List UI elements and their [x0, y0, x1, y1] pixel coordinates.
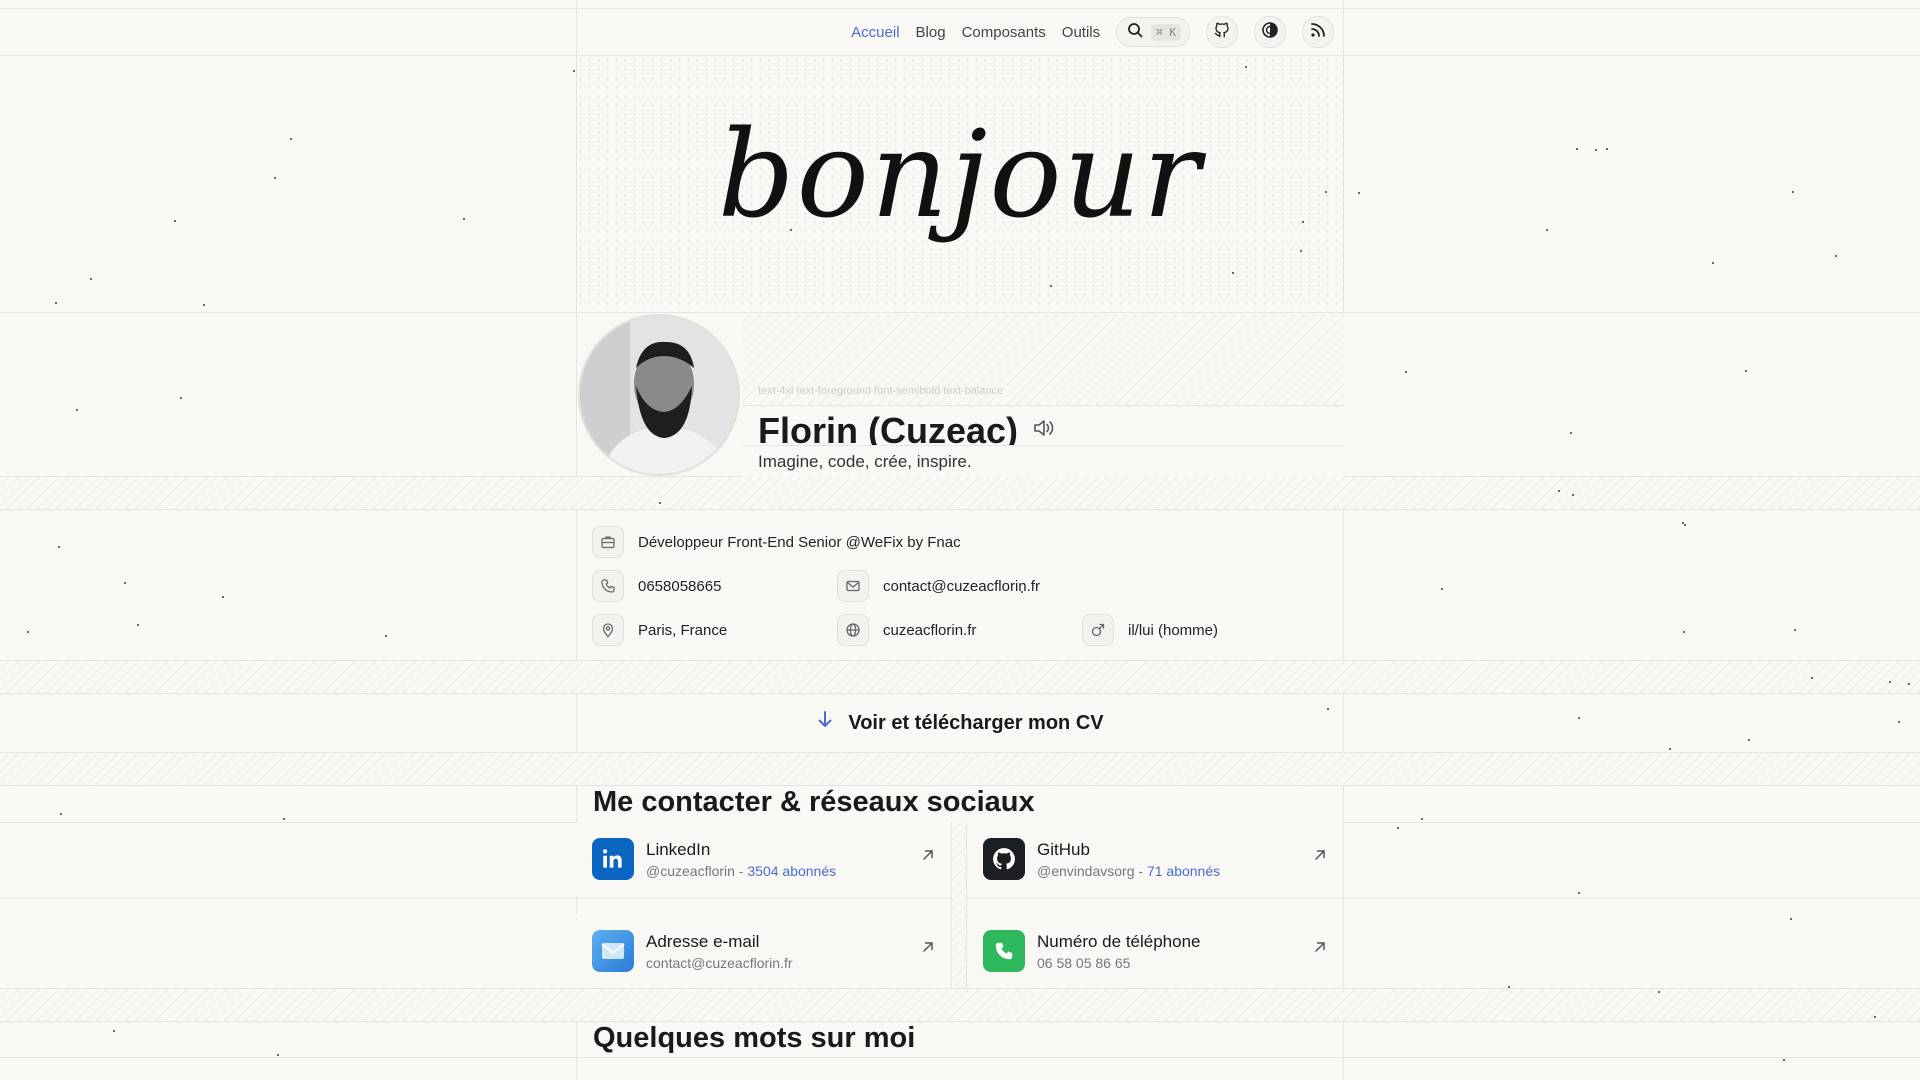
card-title: Numéro de téléphone [1037, 931, 1201, 951]
email-app-icon [592, 930, 634, 972]
follower-count: 71 abonnés [1146, 862, 1221, 879]
info-location: Paris, France [592, 614, 727, 646]
download-cv-button[interactable]: Voir et télécharger mon CV [576, 694, 1344, 752]
class-hint: text-4xl text-foreground font-semibold t… [758, 385, 1004, 397]
info-email[interactable]: contact@cuzeacflorin.fr [837, 570, 1040, 602]
mail-icon [837, 570, 869, 602]
divider-band [0, 988, 1920, 1022]
map-pin-icon [592, 614, 624, 646]
follower-count: 3504 abonnés [747, 862, 837, 879]
phone-app-icon [983, 930, 1025, 972]
top-nav: Accueil Blog Composants Outils ⌘ K [576, 10, 1344, 54]
nav-item-outils[interactable]: Outils [1062, 24, 1100, 41]
arrow-up-right-icon [1313, 848, 1327, 867]
divider-band [0, 660, 1920, 694]
divider-band [0, 752, 1920, 786]
rss-icon [1310, 22, 1326, 43]
about-heading: Quelques mots sur moi [593, 1022, 916, 1054]
card-phone[interactable]: Numéro de téléphone 06 58 05 86 65 [967, 914, 1343, 988]
download-cv-label: Voir et télécharger mon CV [848, 711, 1104, 734]
arrow-up-right-icon [1313, 940, 1327, 959]
search-icon [1127, 22, 1143, 43]
info-section: Développeur Front-End Senior @WeFix by F… [576, 510, 1344, 660]
info-website-text: cuzeacflorin.fr [883, 621, 977, 639]
card-subtitle: contact@cuzeacflorin.fr [646, 954, 793, 971]
briefcase-icon [592, 526, 624, 558]
info-email-text: contact@cuzeacflorin.fr [883, 577, 1040, 595]
card-subtitle: 06 58 05 86 65 [1037, 954, 1131, 971]
avatar [578, 314, 740, 476]
profile-tagline: Imagine, code, crée, inspire. [742, 445, 1344, 477]
card-title: Adresse e-mail [646, 931, 760, 951]
card-email[interactable]: Adresse e-mail contact@cuzeacflorin.fr [576, 914, 951, 988]
card-subtitle: @envindavsorg - 71 abonnés [1037, 862, 1221, 879]
arrow-up-right-icon [921, 940, 935, 959]
hero-greeting: bonjour [717, 106, 1203, 245]
contact-heading: Me contacter & réseaux sociaux [593, 786, 1035, 818]
info-website[interactable]: cuzeacflorin.fr [837, 614, 976, 646]
card-linkedin[interactable]: LinkedIn @cuzeacflorin - 3504 abonnés [576, 822, 951, 896]
nav-item-accueil[interactable]: Accueil [851, 24, 899, 41]
theme-toggle-button[interactable] [1254, 16, 1286, 48]
rss-button[interactable] [1302, 16, 1334, 48]
card-title: GitHub [1037, 839, 1090, 859]
search-button[interactable]: ⌘ K [1116, 17, 1190, 47]
arrow-up-right-icon [921, 848, 935, 867]
arrow-down-icon [816, 710, 834, 736]
info-pronouns-text: il/lui (homme) [1128, 621, 1219, 639]
divider-band [0, 476, 1920, 510]
speaker-icon[interactable] [1032, 417, 1056, 444]
info-location-text: Paris, France [638, 621, 728, 639]
card-gutter [951, 822, 967, 988]
globe-icon [837, 614, 869, 646]
male-icon [1082, 614, 1114, 646]
info-job-text: Développeur Front-End Senior @WeFix by F… [638, 533, 961, 551]
card-subtitle: @cuzeacflorin - 3504 abonnés [646, 862, 837, 879]
card-github[interactable]: GitHub @envindavsorg - 71 abonnés [967, 822, 1343, 896]
nav-item-blog[interactable]: Blog [916, 24, 946, 41]
info-phone[interactable]: 0658058665 [592, 570, 721, 602]
card-title: LinkedIn [646, 839, 711, 859]
github-button[interactable] [1206, 16, 1238, 48]
hero-banner: bonjour [576, 56, 1344, 312]
search-shortcut: ⌘ K [1151, 23, 1181, 41]
phone-icon [592, 570, 624, 602]
info-phone-text: 0658058665 [638, 577, 722, 595]
github-logo-icon [983, 838, 1025, 880]
theme-toggle-icon [1261, 21, 1279, 44]
info-job: Développeur Front-End Senior @WeFix by F… [592, 526, 961, 558]
info-pronouns: il/lui (homme) [1082, 614, 1218, 646]
github-icon [1213, 21, 1231, 44]
nav-item-composants[interactable]: Composants [962, 24, 1046, 41]
linkedin-icon [592, 838, 634, 880]
